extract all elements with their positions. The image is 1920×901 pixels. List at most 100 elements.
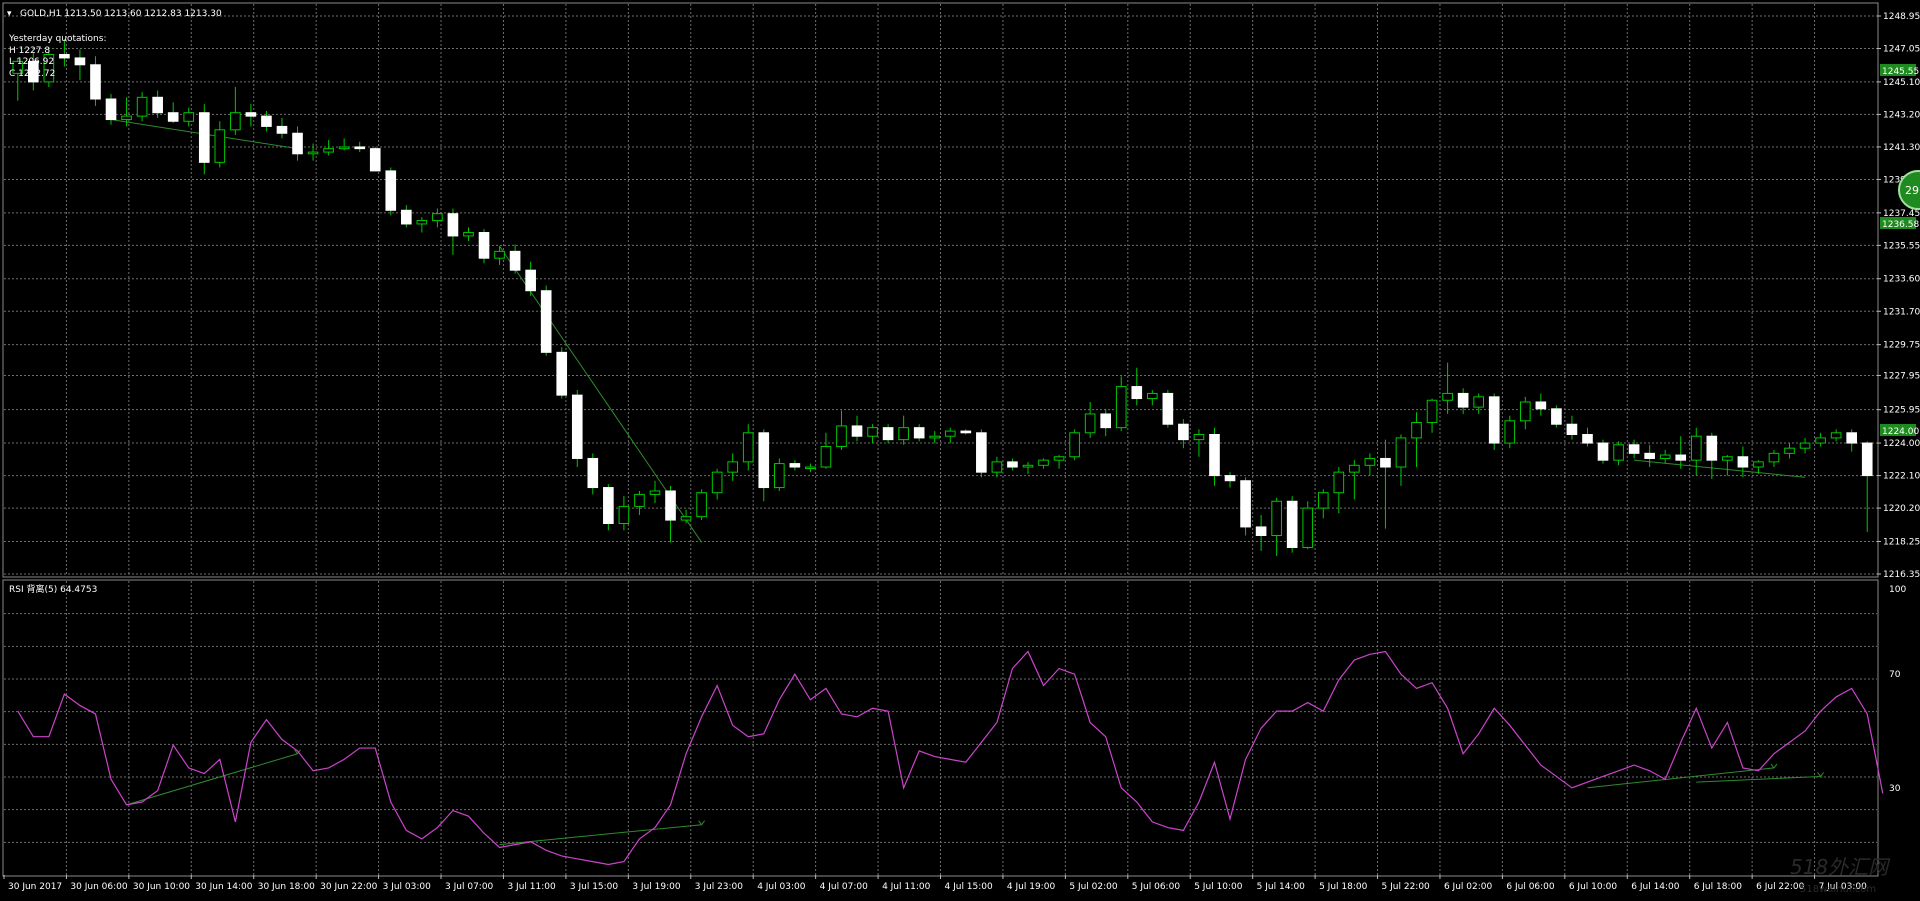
divergence-lines [110, 119, 1824, 846]
price-axis-label: 1248.95 [1883, 12, 1920, 22]
price-axis-label: 1220.20 [1883, 504, 1920, 514]
time-axis-label: 6 Jul 10:00 [1569, 882, 1618, 892]
yesterday-high: H 1227.8 [9, 46, 50, 56]
time-axis-label: 6 Jul 14:00 [1631, 882, 1680, 892]
candle-body [680, 516, 692, 521]
price-axis-label: 1216.35 [1883, 570, 1920, 580]
candle-body [913, 427, 925, 439]
candle-body [556, 351, 568, 396]
price-axis-label: 1218.25 [1883, 537, 1920, 547]
candle-body [587, 457, 599, 489]
rsi-indicator-header: RSI 背离(5) 64.4753 [9, 583, 97, 595]
rsi-axis-label: 70 [1889, 670, 1901, 680]
candle-body [90, 64, 101, 100]
price-axis-label: 1241.30 [1883, 143, 1920, 153]
time-axis-label: 30 Jun 2017 [8, 882, 62, 892]
candle-body [292, 132, 303, 155]
candle-body [509, 250, 521, 271]
candle-body [1069, 432, 1080, 458]
candle-body [74, 57, 86, 66]
collapse-arrow-icon[interactable]: ▾ [7, 9, 12, 19]
candle-body [1488, 396, 1500, 444]
price-axis-label: 1225.95 [1883, 406, 1920, 416]
price-axis-label: 1231.70 [1883, 307, 1920, 317]
price-axis-label: 1235.55 [1883, 241, 1920, 251]
candle-body [851, 425, 863, 437]
time-axis-label: 30 Jun 22:00 [320, 882, 377, 892]
candle-body [463, 232, 474, 237]
price-axis-label: 1247.05 [1883, 45, 1920, 55]
candle-body [1426, 399, 1438, 424]
time-axis-label: 30 Jun 18:00 [258, 882, 315, 892]
candle-body [478, 232, 490, 259]
candle-body [1302, 507, 1314, 548]
candle-body [385, 170, 397, 211]
rsi-divergence-line [126, 753, 298, 806]
candle-body [1535, 401, 1547, 410]
candle-body [773, 463, 785, 489]
trading-chart[interactable]: 1248.951247.051245.101243.201241.301239.… [0, 0, 1920, 901]
candle-body [1551, 408, 1562, 425]
candle-body [758, 432, 770, 489]
candle-body [214, 129, 226, 163]
candle-body [540, 290, 552, 353]
price-axis-label: 1233.60 [1883, 275, 1920, 285]
price-axis-label: 1224.00 [1883, 439, 1920, 449]
candle-body [1364, 457, 1376, 466]
candle-body [198, 112, 210, 163]
time-axis-label: 3 Jul 19:00 [632, 882, 681, 892]
candle-body [59, 54, 70, 59]
candle-body [1861, 442, 1873, 477]
candle-body [1846, 432, 1858, 444]
time-axis-label: 4 Jul 11:00 [882, 882, 931, 892]
time-axis-label: 4 Jul 03:00 [757, 882, 806, 892]
time-axis-label: 30 Jun 06:00 [70, 882, 127, 892]
candle-body [1675, 454, 1687, 461]
candle-body [136, 96, 148, 117]
candle-body [323, 148, 334, 153]
divergence-arrow-icon [1770, 763, 1778, 769]
candle-body [1380, 457, 1391, 468]
candle-body [1753, 461, 1764, 468]
chart-symbol-header: GOLD,H1 1213.50 1213.60 1212.83 1213.30 [20, 9, 222, 19]
candle-body [820, 445, 832, 468]
rsi-series [17, 650, 1884, 866]
candle-body [494, 250, 505, 259]
candle-body [1022, 464, 1034, 468]
rsi-line [17, 650, 1884, 866]
price-axis-label: 1229.75 [1883, 341, 1920, 351]
time-axis-label: 6 Jul 06:00 [1506, 882, 1555, 892]
candle-body [711, 471, 723, 494]
time-axis: 30 Jun 2017 30 Jun 06:00 30 Jun 10:00 30 Ju… [3, 875, 1867, 892]
candle-body [1411, 422, 1422, 439]
candle-body [1395, 437, 1407, 468]
time-axis-label: 4 Jul 19:00 [1007, 882, 1056, 892]
watermark-text: 518外汇网 [1790, 855, 1891, 879]
time-axis-label: 5 Jul 02:00 [1069, 882, 1118, 892]
time-axis-label: 3 Jul 07:00 [445, 882, 494, 892]
time-axis-label: 3 Jul 03:00 [383, 882, 432, 892]
candle-body [836, 425, 847, 447]
rsi-axis-label: 30 [1889, 784, 1901, 794]
candle-body [1146, 392, 1158, 400]
candle-body [245, 112, 257, 117]
candle-body [1084, 413, 1096, 434]
candle-body [634, 493, 645, 507]
time-axis-label: 30 Jun 14:00 [195, 882, 252, 892]
candle-body [307, 151, 319, 155]
candle-body [991, 461, 1003, 473]
candle-body [649, 490, 661, 495]
candle-body [447, 213, 459, 237]
candle-body [400, 209, 412, 225]
candle-body [152, 96, 163, 114]
candle-body [960, 430, 972, 434]
candle-body [1442, 392, 1453, 401]
candle-body [1473, 396, 1485, 408]
candle-body [1768, 452, 1780, 463]
candle-body [696, 492, 707, 518]
candle-body [976, 432, 987, 473]
time-axis-label: 5 Jul 10:00 [1194, 882, 1243, 892]
candle-body [1209, 434, 1220, 477]
candle-body [1271, 500, 1282, 536]
candle-body [618, 505, 630, 525]
